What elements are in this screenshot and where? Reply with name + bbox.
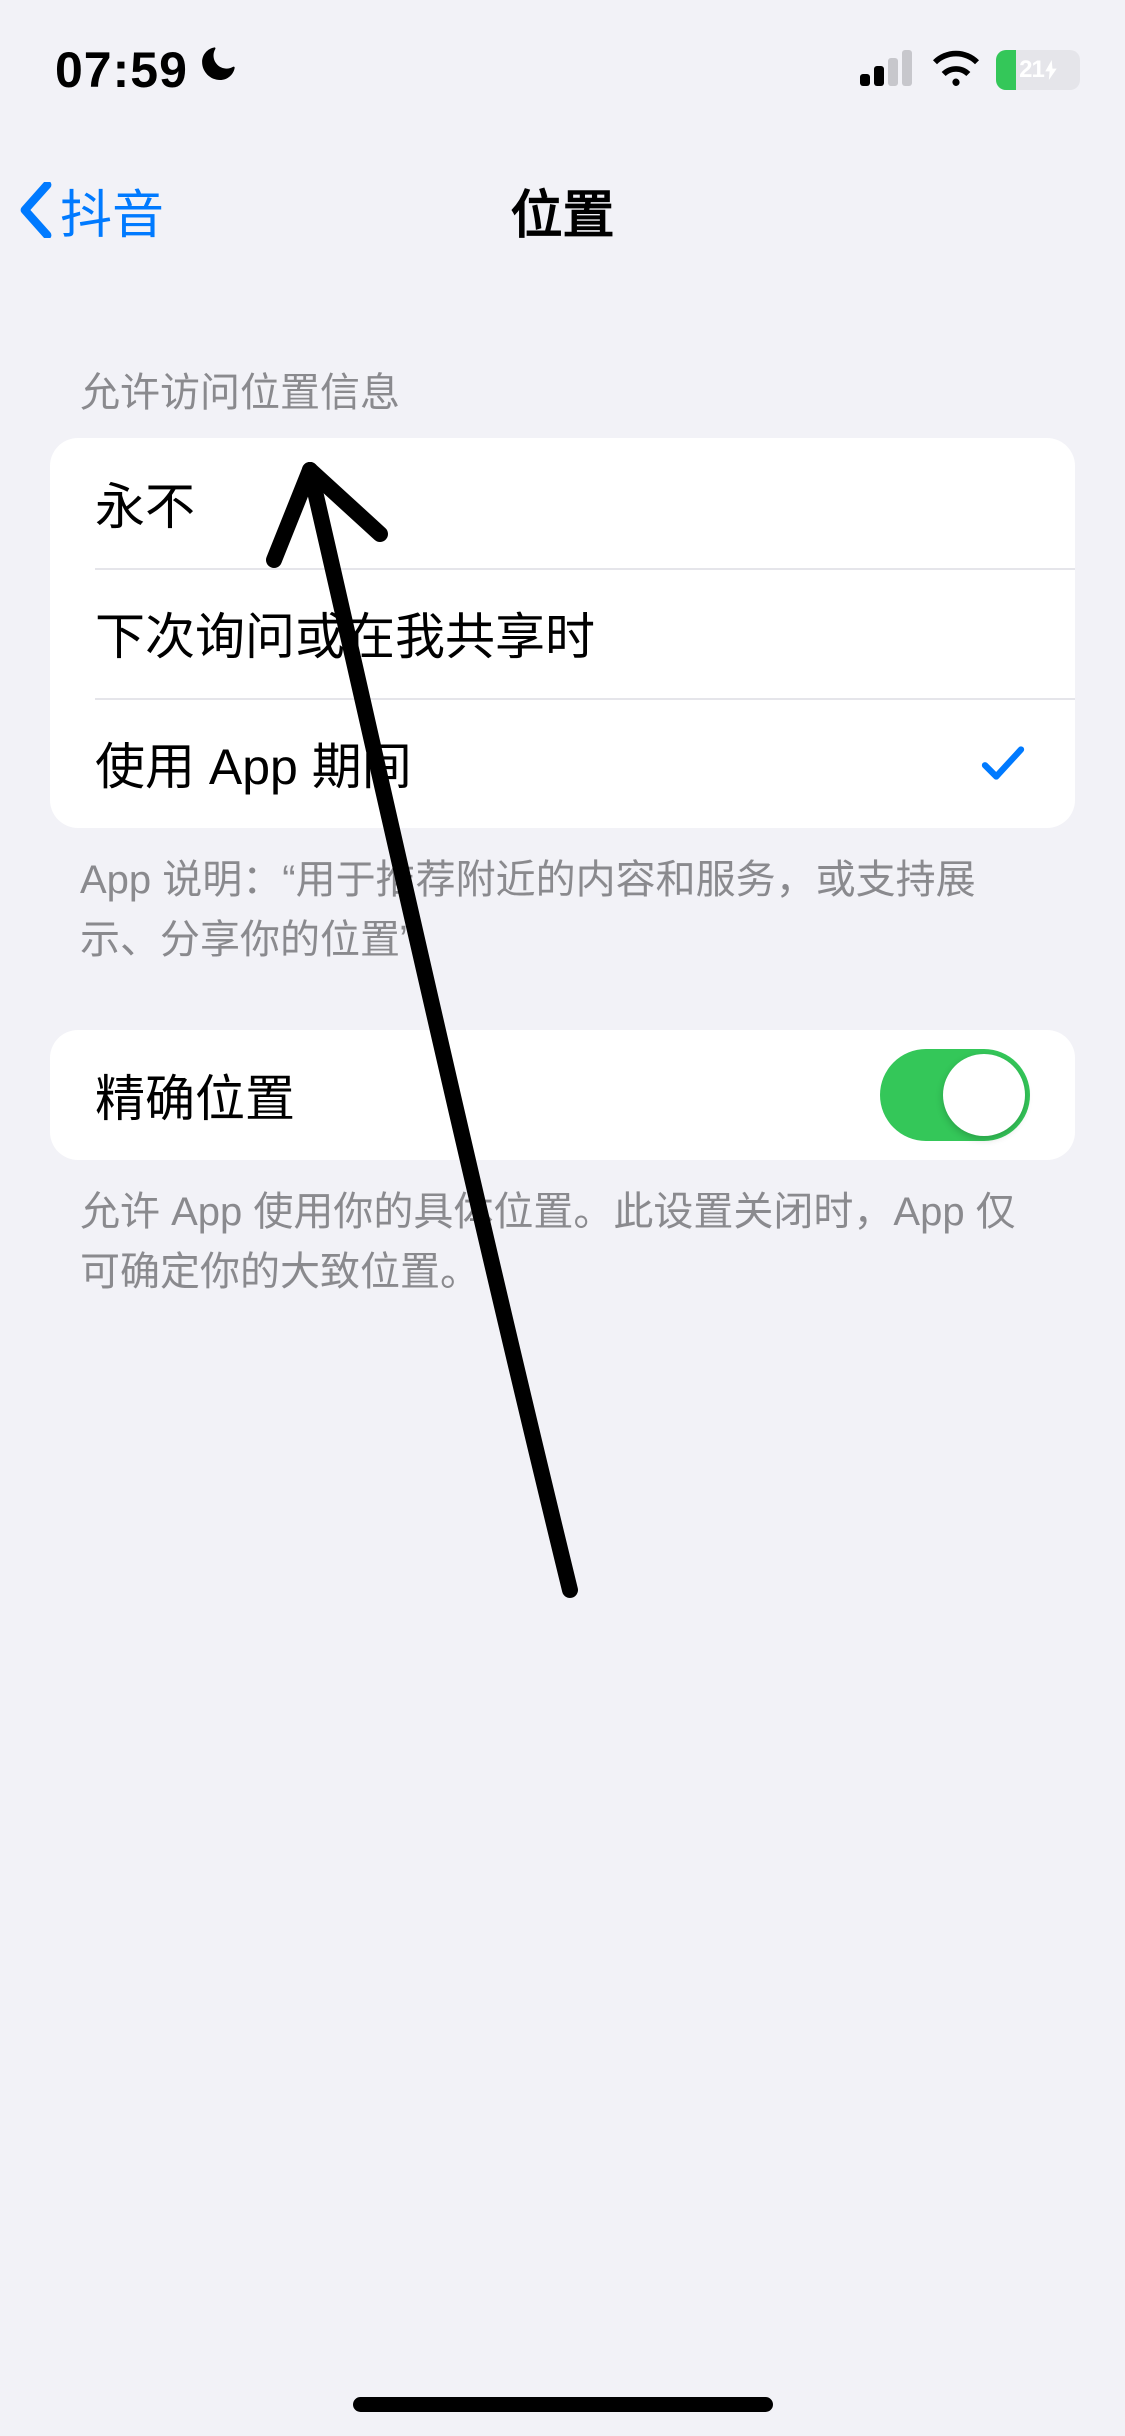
option-while-using[interactable]: 使用 App 期间: [50, 698, 1075, 828]
section-header-location: 允许访问位置信息: [80, 360, 1075, 418]
section-footer-location: App 说明：“用于推荐附近的内容和服务，或支持展示、分享你的位置”: [80, 850, 1045, 970]
status-time: 07:59: [55, 41, 188, 99]
wifi-icon: [930, 49, 982, 92]
option-while-using-label: 使用 App 期间: [95, 727, 412, 799]
precise-location-row: 精确位置: [50, 1030, 1075, 1160]
checkmark-icon: [976, 736, 1030, 790]
option-ask[interactable]: 下次询问或在我共享时: [50, 568, 1075, 698]
chevron-left-icon: [18, 182, 54, 238]
status-right: 21: [860, 49, 1080, 92]
home-indicator: [353, 2397, 773, 2412]
option-never-label: 永不: [95, 467, 195, 539]
option-ask-label: 下次询问或在我共享时: [95, 597, 595, 669]
battery-percent: 21: [1019, 56, 1044, 84]
location-access-section: 允许访问位置信息 永不 下次询问或在我共享时 使用 App 期间 App 说明：…: [0, 360, 1125, 970]
back-button[interactable]: 抖音: [18, 173, 164, 248]
page-title: 位置: [510, 173, 614, 248]
status-left: 07:59: [55, 41, 240, 99]
precise-location-label: 精确位置: [95, 1059, 295, 1131]
cellular-signal-icon: [860, 50, 916, 91]
battery-icon: 21: [996, 50, 1080, 90]
nav-bar: 抖音 位置: [0, 140, 1125, 280]
section-footer-precise: 允许 App 使用你的具体位置。此设置关闭时，App 仅可确定你的大致位置。: [80, 1182, 1045, 1302]
status-bar: 07:59 21: [0, 0, 1125, 140]
option-never[interactable]: 永不: [50, 438, 1075, 568]
do-not-disturb-icon: [200, 45, 240, 95]
location-options-group: 永不 下次询问或在我共享时 使用 App 期间: [50, 438, 1075, 828]
precise-location-section: 精确位置 允许 App 使用你的具体位置。此设置关闭时，App 仅可确定你的大致…: [0, 1030, 1125, 1302]
precise-location-toggle[interactable]: [880, 1049, 1030, 1141]
back-label: 抖音: [60, 173, 164, 248]
precise-location-group: 精确位置: [50, 1030, 1075, 1160]
